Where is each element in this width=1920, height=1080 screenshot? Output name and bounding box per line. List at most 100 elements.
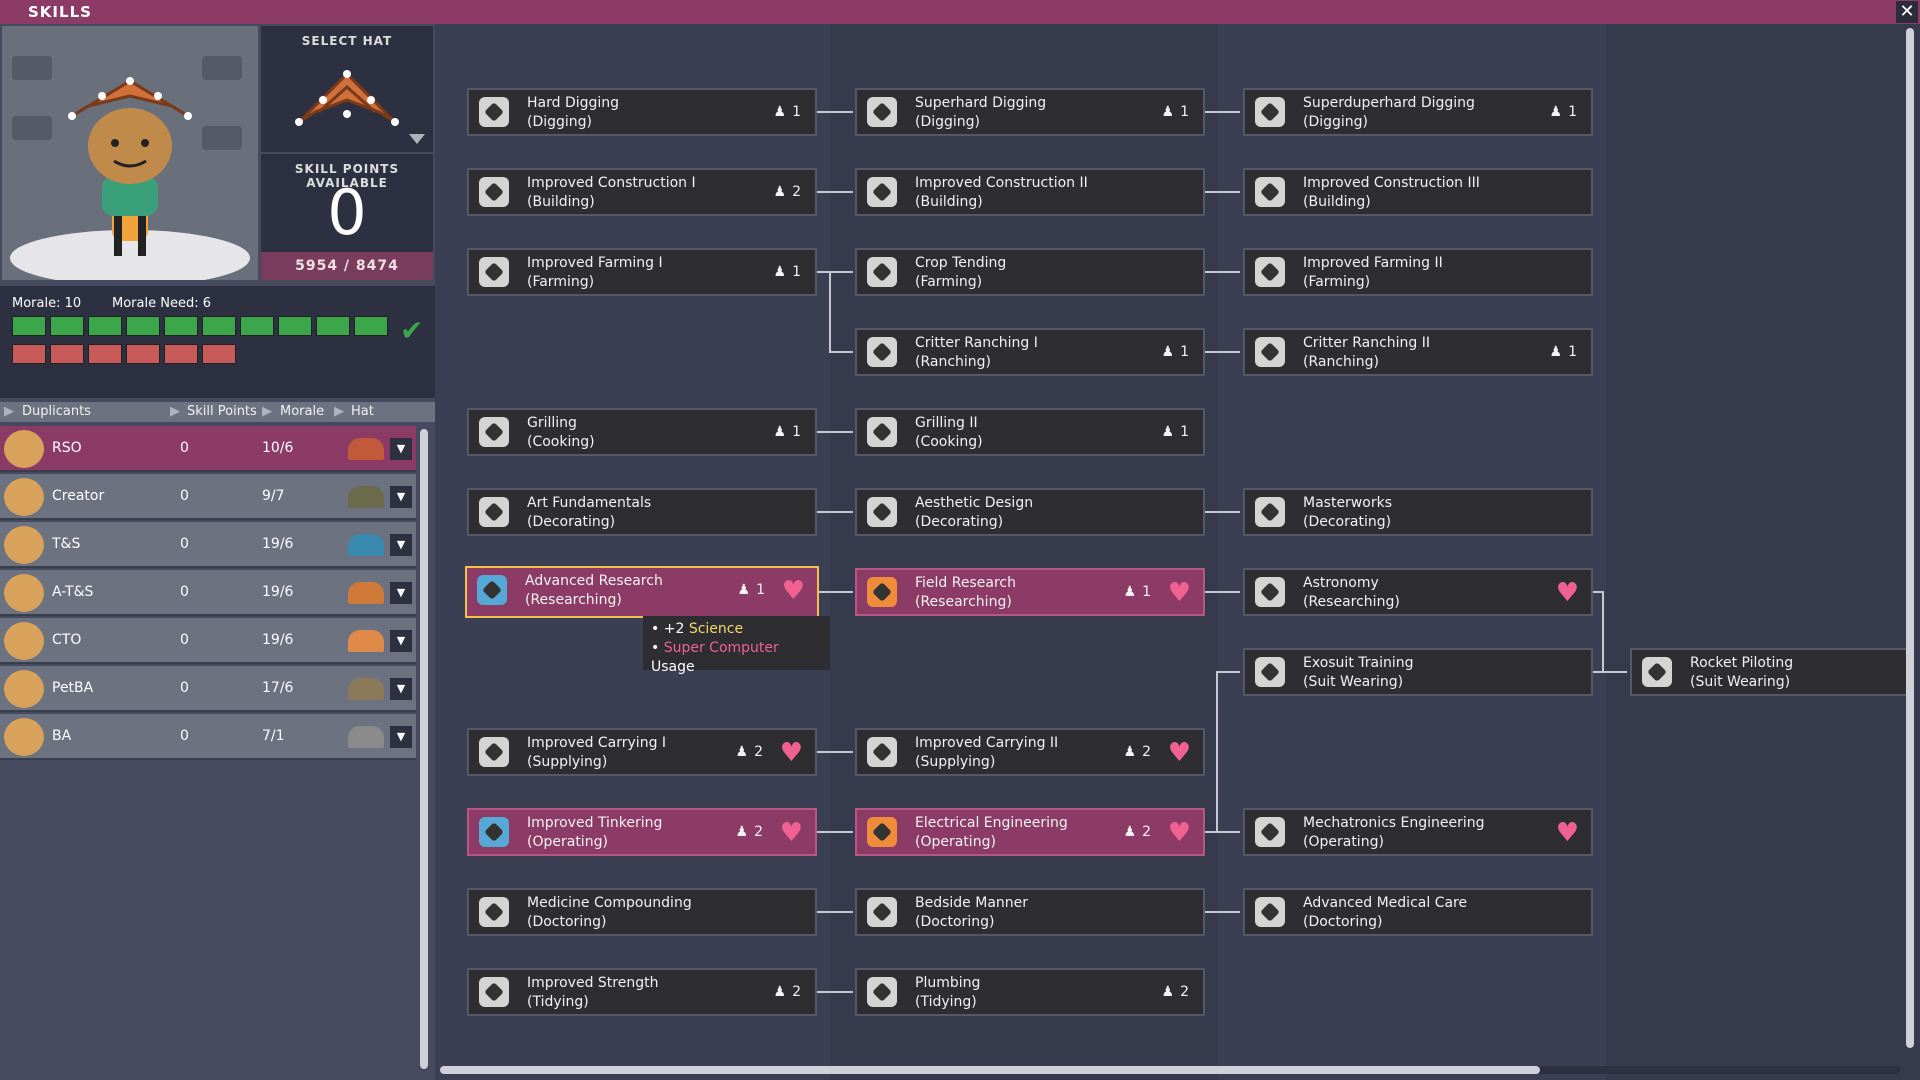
skill-group: (Doctoring) bbox=[915, 914, 995, 930]
skill-astronomy[interactable]: Astronomy (Researching) ♥ bbox=[1243, 568, 1593, 616]
skill-name: Improved Construction II bbox=[915, 175, 1088, 191]
skill-points-panel: SKILL POINTS AVAILABLE 0 5954 / 8474 bbox=[261, 154, 433, 280]
skill-name: Critter Ranching I bbox=[915, 335, 1038, 351]
skill-critter-ranching-1[interactable]: Critter Ranching I (Ranching) 1 bbox=[855, 328, 1205, 376]
chevron-down-icon[interactable]: ▼ bbox=[390, 630, 412, 652]
heart-icon: ♥ bbox=[1555, 578, 1579, 608]
farming-icon bbox=[1255, 257, 1285, 287]
tree-horizontal-scrollbar[interactable] bbox=[440, 1066, 1900, 1074]
morale-need-pip bbox=[50, 344, 84, 364]
skill-name: Electrical Engineering bbox=[915, 815, 1068, 831]
duplicant-skill-points: 0 bbox=[180, 536, 189, 552]
left-panel: SELECT HAT SKILL POINTS AVAILABLE 0 5954… bbox=[0, 24, 435, 1080]
duplicant-row[interactable]: CTO 0 19/6 ▼ bbox=[0, 618, 416, 664]
duplicant-row[interactable]: RSO 0 10/6 ▼ bbox=[0, 426, 416, 472]
chevron-down-icon[interactable]: ▼ bbox=[390, 438, 412, 460]
tooltip-amount: +2 bbox=[663, 621, 685, 637]
skill-improved-carrying-1[interactable]: Improved Carrying I (Supplying) 2 ♥ bbox=[467, 728, 817, 776]
skill-group: (Operating) bbox=[527, 834, 608, 850]
skill-critter-ranching-2[interactable]: Critter Ranching II (Ranching) 1 bbox=[1243, 328, 1593, 376]
skill-crop-tending[interactable]: Crop Tending (Farming) bbox=[855, 248, 1205, 296]
list-scrollbar[interactable] bbox=[420, 429, 428, 1069]
chevron-down-icon[interactable]: ▼ bbox=[390, 678, 412, 700]
duplicant-row[interactable]: BA 0 7/1 ▼ bbox=[0, 714, 416, 760]
column-hat[interactable]: Hat bbox=[351, 404, 374, 419]
avatar bbox=[4, 718, 44, 756]
skill-label: Improved Farming I (Farming) bbox=[527, 254, 663, 292]
skill-improved-construction-1[interactable]: Improved Construction I (Building) 2 bbox=[467, 168, 817, 216]
avatar bbox=[4, 670, 44, 708]
skill-mechatronics[interactable]: Mechatronics Engineering (Operating) ♥ bbox=[1243, 808, 1593, 856]
duplicant-count: 1 bbox=[1124, 584, 1151, 600]
tooltip-building: Super Computer bbox=[663, 640, 779, 656]
close-icon[interactable]: ✕ bbox=[1896, 1, 1918, 23]
skill-group: (Researching) bbox=[915, 594, 1012, 610]
duplicant-row[interactable]: Creator 0 9/7 ▼ bbox=[0, 474, 416, 520]
skill-art-fundamentals[interactable]: Art Fundamentals (Decorating) bbox=[467, 488, 817, 536]
chevron-down-icon[interactable] bbox=[409, 134, 425, 144]
skill-improved-tinkering[interactable]: Improved Tinkering (Operating) 2 ♥ bbox=[467, 808, 817, 856]
heart-icon: ♥ bbox=[1555, 818, 1579, 848]
duplicant-count: 2 bbox=[1124, 744, 1151, 760]
sort-arrow-icon[interactable]: ▶ bbox=[262, 404, 272, 419]
skill-group: (Building) bbox=[915, 194, 983, 210]
skill-name: Medicine Compounding bbox=[527, 895, 692, 911]
skill-label: Critter Ranching I (Ranching) bbox=[915, 334, 1038, 372]
chevron-down-icon[interactable]: ▼ bbox=[390, 582, 412, 604]
skill-label: Grilling (Cooking) bbox=[527, 414, 595, 452]
skill-field-research[interactable]: Field Research (Researching) 1 ♥ bbox=[855, 568, 1205, 616]
skill-electrical-engineering[interactable]: Electrical Engineering (Operating) 2 ♥ bbox=[855, 808, 1205, 856]
morale-need-label: Morale Need: 6 bbox=[112, 296, 211, 311]
skill-advanced-medical-care[interactable]: Advanced Medical Care (Doctoring) bbox=[1243, 888, 1593, 936]
select-hat-panel[interactable]: SELECT HAT bbox=[261, 26, 433, 152]
heart-icon: ♥ bbox=[1167, 818, 1191, 848]
chevron-down-icon[interactable]: ▼ bbox=[390, 486, 412, 508]
tree-vertical-scrollbar[interactable] bbox=[1906, 28, 1914, 1048]
connector bbox=[817, 511, 853, 513]
skill-grilling[interactable]: Grilling (Cooking) 1 bbox=[467, 408, 817, 456]
skill-superduperhard-digging[interactable]: Superduperhard Digging (Digging) 1 bbox=[1243, 88, 1593, 136]
skill-label: Crop Tending (Farming) bbox=[915, 254, 1006, 292]
chevron-down-icon[interactable]: ▼ bbox=[390, 726, 412, 748]
connector bbox=[817, 111, 853, 113]
skill-superhard-digging[interactable]: Superhard Digging (Digging) 1 bbox=[855, 88, 1205, 136]
ranching-icon bbox=[1255, 337, 1285, 367]
skill-medicine-compounding[interactable]: Medicine Compounding (Doctoring) bbox=[467, 888, 817, 936]
skill-exosuit-training[interactable]: Exosuit Training (Suit Wearing) bbox=[1243, 648, 1593, 696]
duplicant-skill-points: 0 bbox=[180, 440, 189, 456]
skill-hard-digging[interactable]: Hard Digging (Digging) 1 bbox=[467, 88, 817, 136]
skill-improved-strength[interactable]: Improved Strength (Tidying) 2 bbox=[467, 968, 817, 1016]
skill-name: Bedside Manner bbox=[915, 895, 1029, 911]
duplicant-row[interactable]: A-T&S 0 19/6 ▼ bbox=[0, 570, 416, 616]
skill-aesthetic-design[interactable]: Aesthetic Design (Decorating) bbox=[855, 488, 1205, 536]
paintbrush-icon bbox=[867, 497, 897, 527]
skill-improved-farming-2[interactable]: Improved Farming II (Farming) bbox=[1243, 248, 1593, 296]
column-duplicants[interactable]: Duplicants bbox=[22, 404, 91, 419]
skill-tooltip: • +2 Science • Super Computer Usage bbox=[643, 616, 830, 675]
skill-group: (Cooking) bbox=[527, 434, 595, 450]
sort-arrow-icon[interactable]: ▶ bbox=[170, 404, 180, 419]
skill-bedside-manner[interactable]: Bedside Manner (Doctoring) bbox=[855, 888, 1205, 936]
chevron-down-icon[interactable]: ▼ bbox=[390, 534, 412, 556]
duplicant-row[interactable]: T&S 0 19/6 ▼ bbox=[0, 522, 416, 568]
title-bar: SKILLS ✕ bbox=[0, 0, 1920, 24]
duplicant-row[interactable]: PetBA 0 17/6 ▼ bbox=[0, 666, 416, 712]
skill-advanced-research[interactable]: Advanced Research (Researching) 1 ♥ bbox=[465, 566, 819, 618]
skill-masterworks[interactable]: Masterworks (Decorating) bbox=[1243, 488, 1593, 536]
column-skill-points[interactable]: Skill Points bbox=[187, 404, 257, 419]
connector bbox=[1602, 591, 1604, 671]
skill-improved-farming-1[interactable]: Improved Farming I (Farming) 1 bbox=[467, 248, 817, 296]
skill-rocket-piloting[interactable]: Rocket Piloting (Suit Wearing) bbox=[1630, 648, 1908, 696]
column-morale[interactable]: Morale bbox=[280, 404, 324, 419]
skill-label: Advanced Research (Researching) bbox=[525, 572, 663, 610]
skill-improved-construction-3[interactable]: Improved Construction III (Building) bbox=[1243, 168, 1593, 216]
skill-improved-construction-2[interactable]: Improved Construction II (Building) bbox=[855, 168, 1205, 216]
skill-improved-carrying-2[interactable]: Improved Carrying II (Supplying) 2 ♥ bbox=[855, 728, 1205, 776]
scrollbar-thumb[interactable] bbox=[440, 1066, 1540, 1074]
sort-arrow-icon[interactable]: ▶ bbox=[334, 404, 344, 419]
skill-plumbing[interactable]: Plumbing (Tidying) 2 bbox=[855, 968, 1205, 1016]
sort-arrow-icon[interactable]: ▶ bbox=[4, 404, 14, 419]
morale-need-pip bbox=[126, 344, 160, 364]
skill-grilling-2[interactable]: Grilling II (Cooking) 1 bbox=[855, 408, 1205, 456]
skill-label: Superduperhard Digging (Digging) bbox=[1303, 94, 1475, 132]
